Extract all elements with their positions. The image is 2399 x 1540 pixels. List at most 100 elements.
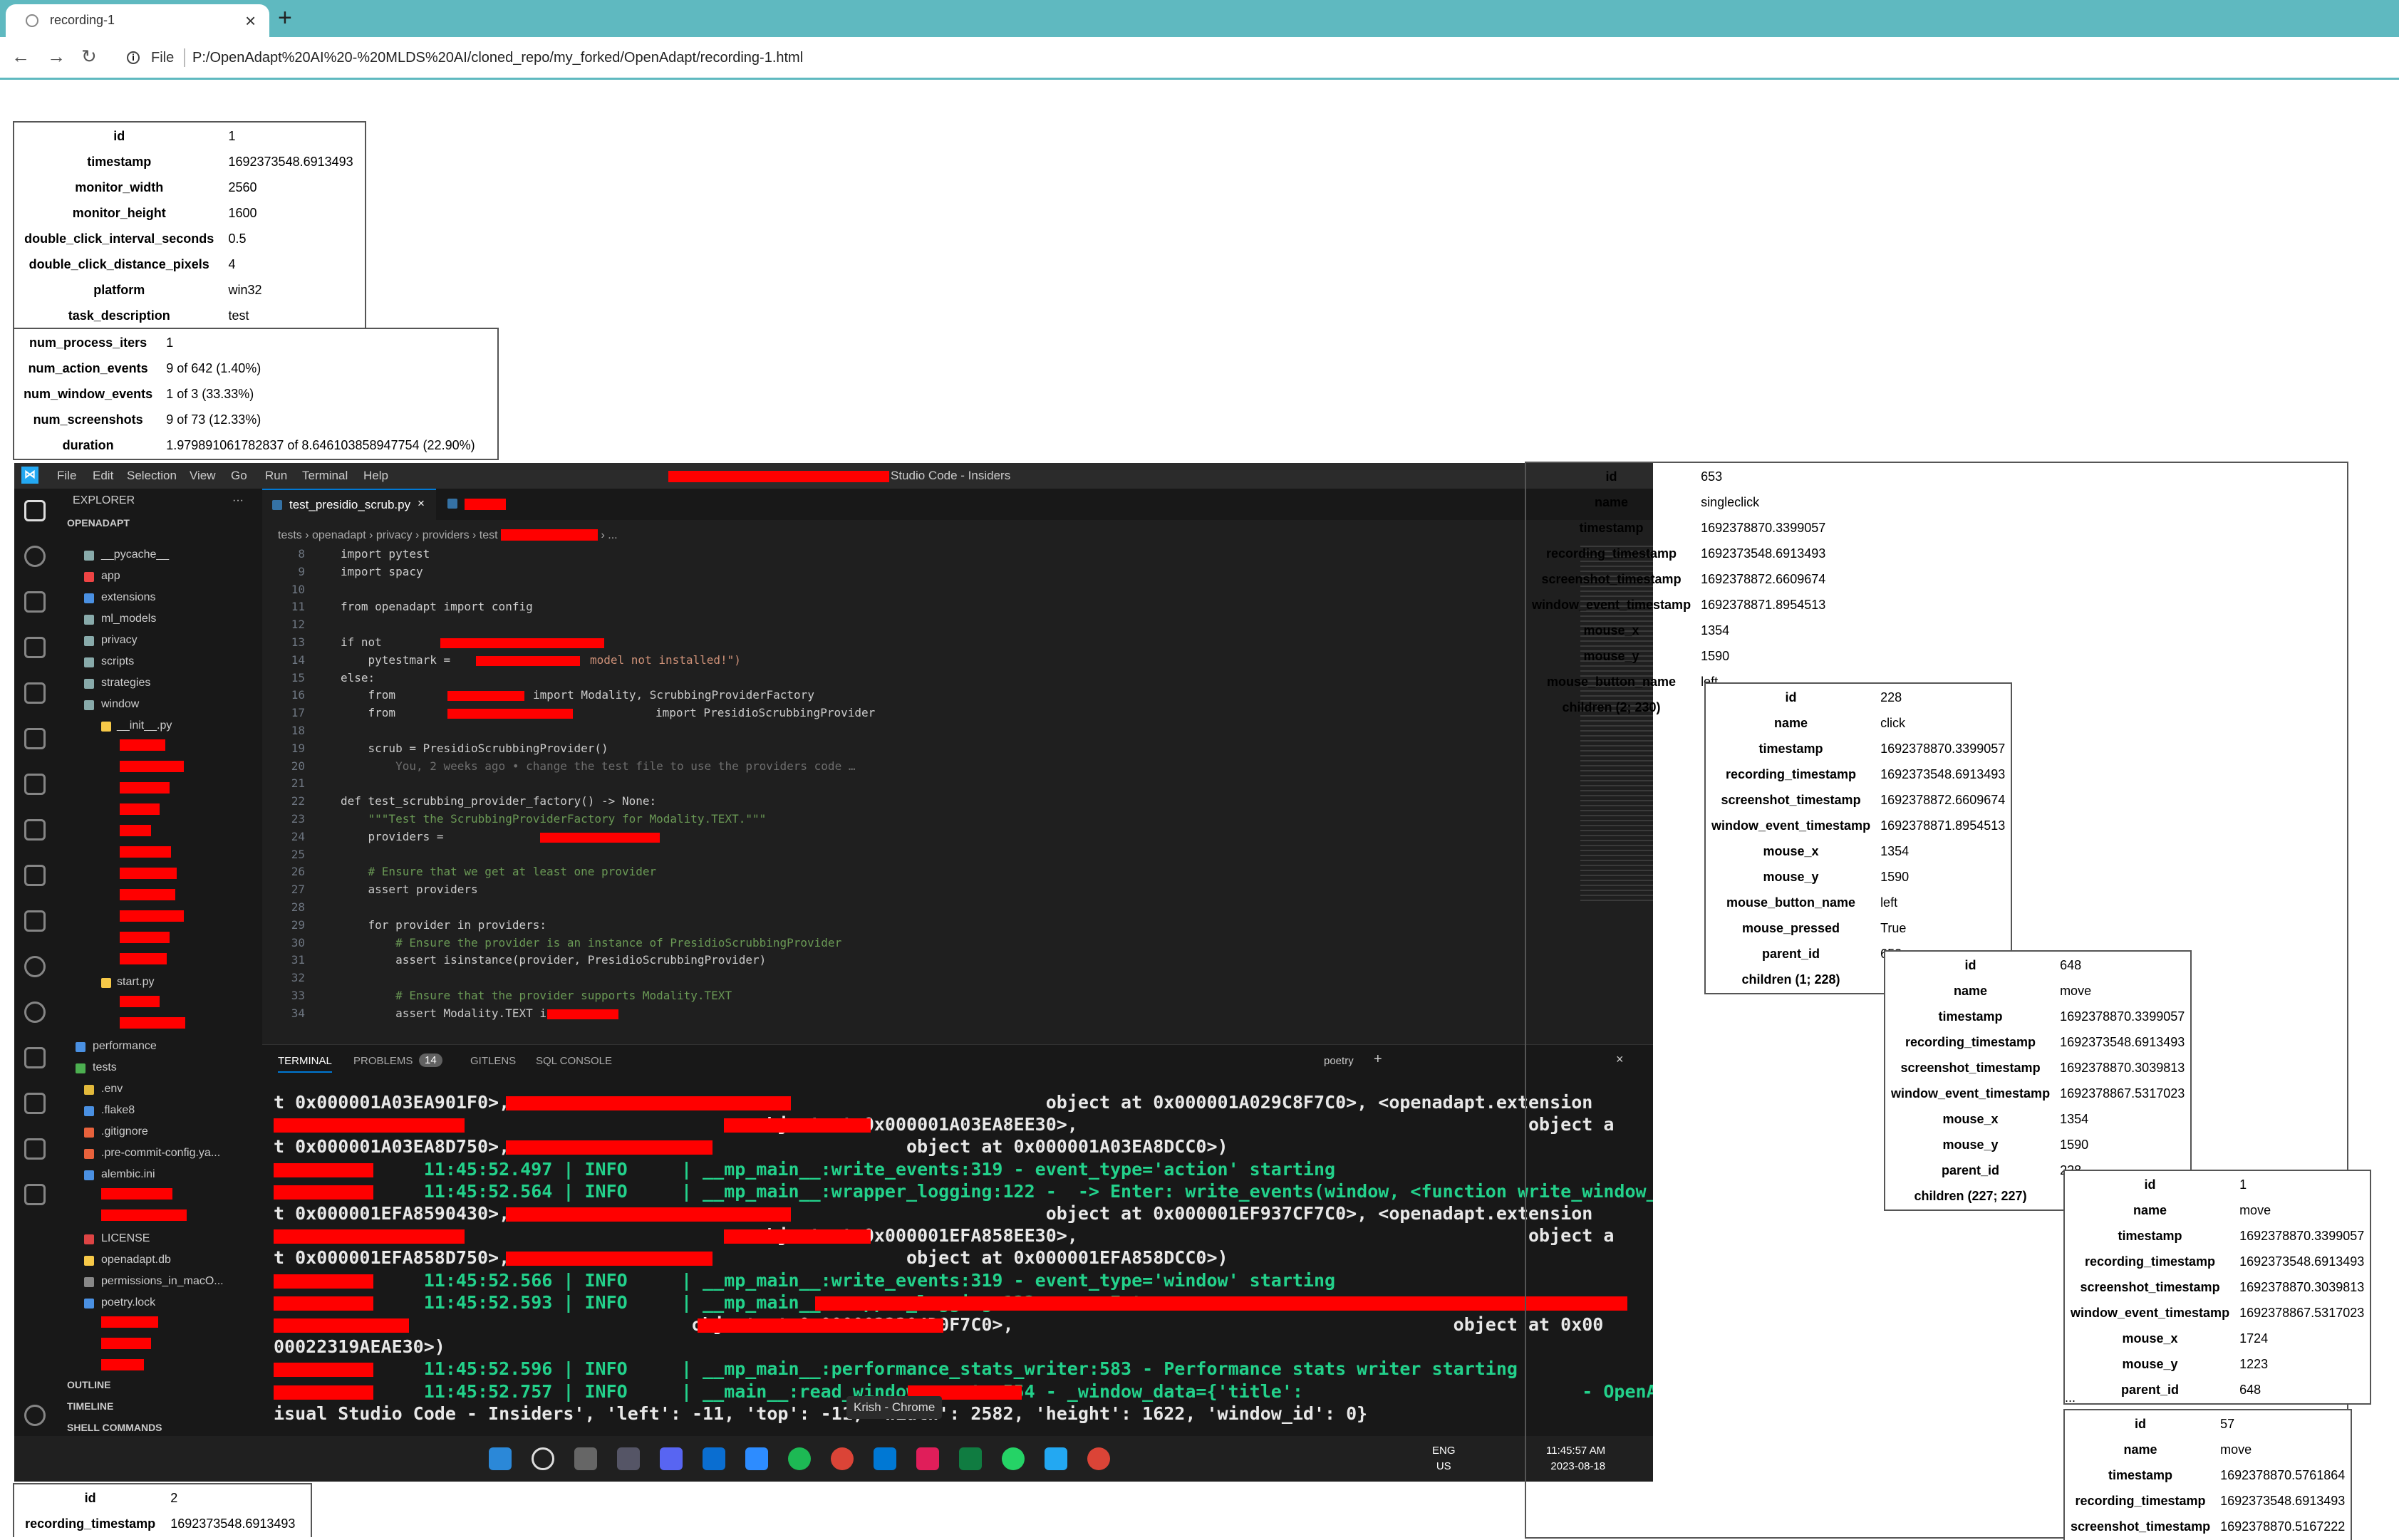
row-value: 1724 (2239, 1331, 2269, 1346)
folder-icon (76, 1063, 86, 1073)
github-icon[interactable] (24, 1001, 46, 1023)
row-value: 2 (170, 1490, 178, 1505)
url-text[interactable]: P:/OpenAdapt%20AI%20-%20MLDS%20AI/cloned… (192, 50, 803, 66)
zoom-icon[interactable] (745, 1447, 768, 1470)
remote-explorer-icon[interactable] (24, 728, 46, 749)
url-field[interactable]: i File P:/OpenAdapt%20AI%20-%20MLDS%20AI… (114, 43, 2380, 74)
timeline-icon[interactable] (24, 910, 46, 932)
row-value: 1.979891061782837 of 8.646103858947754 (… (166, 437, 475, 452)
tab-sql-console[interactable]: SQL CONSOLE (536, 1055, 612, 1067)
search-icon[interactable] (24, 546, 46, 567)
menu-help[interactable]: Help (363, 469, 388, 483)
table-row: recording_timestamp 1692373548.6913493 (2066, 1249, 2368, 1274)
redaction (274, 1229, 465, 1244)
database-icon[interactable] (24, 1184, 46, 1205)
discord-icon[interactable] (660, 1447, 683, 1470)
source-control-icon[interactable] (24, 591, 46, 613)
app-icon[interactable] (959, 1447, 982, 1470)
terminal-icon[interactable] (24, 1093, 46, 1114)
run-debug-icon[interactable] (24, 637, 46, 658)
back-arrow-icon[interactable]: ← (11, 46, 30, 68)
explorer-root[interactable]: OPENADAPT (67, 517, 130, 537)
table-row: monitor_height 1600 (16, 201, 363, 225)
explorer-more-icon[interactable]: ··· (232, 494, 244, 514)
redaction (120, 739, 165, 751)
row-key: mouse_x (1583, 623, 1639, 638)
timeline-section[interactable]: TIMELINE (67, 1400, 113, 1420)
table-row: num_action_events 9 of 642 (1.40%) (16, 356, 496, 380)
row-key: name (2133, 1202, 2167, 1217)
shell-selector[interactable]: poetry (1324, 1055, 1354, 1067)
copilot-icon[interactable] (24, 1047, 46, 1068)
menu-terminal[interactable]: Terminal (302, 469, 348, 483)
table-row: mouse_x 1354 (1887, 1107, 2189, 1131)
line-number: 26 (291, 865, 305, 879)
row-value: move (2239, 1202, 2271, 1217)
onedrive-icon[interactable] (703, 1447, 725, 1470)
row-key: id (84, 1490, 96, 1505)
chrome-icon[interactable] (1087, 1447, 1110, 1470)
terminal-line: 11:45:52.497 | INFO | __mp_main__:write_… (274, 1158, 1336, 1180)
vscode-taskbar-icon[interactable] (1045, 1447, 1067, 1470)
redaction (668, 471, 889, 482)
windows-start-icon[interactable] (489, 1447, 512, 1470)
language-indicator[interactable]: ENG US (1432, 1443, 1456, 1474)
breadcrumb[interactable]: tests › openadapt › privacy › providers … (278, 527, 618, 542)
menu-go[interactable]: Go (231, 469, 247, 483)
row-key: recording_timestamp (1905, 1034, 2036, 1049)
row-key: parent_id (2121, 1382, 2180, 1397)
branch-icon[interactable] (24, 1138, 46, 1160)
code-editor[interactable]: 8 import pytest 9 import spacy 10 11 from open… (262, 547, 1545, 1031)
python-file-icon (101, 978, 111, 988)
menu-file[interactable]: File (57, 469, 76, 483)
line-number: 29 (291, 917, 305, 932)
outlook-icon[interactable] (874, 1447, 896, 1470)
table-row: screenshot_timestamp 1692378870.5167222 (2066, 1514, 2349, 1539)
menu-view[interactable]: View (190, 469, 216, 483)
editor-tab[interactable] (437, 489, 516, 520)
line-number: 8 (298, 547, 305, 561)
edge-icon[interactable] (24, 956, 46, 977)
menu-selection[interactable]: Selection (127, 469, 177, 483)
account-icon[interactable] (24, 1405, 46, 1426)
terminal-line: 11:45:52.564 | INFO | __mp_main__:wrappe… (274, 1180, 1653, 1202)
gitlens-icon[interactable] (24, 819, 46, 841)
new-tab-button[interactable]: + (278, 4, 292, 32)
new-terminal-icon[interactable]: + (1374, 1051, 1382, 1068)
redaction (120, 1017, 185, 1029)
explorer-icon[interactable] (24, 500, 46, 521)
testing-icon[interactable] (24, 774, 46, 795)
close-tab-icon[interactable]: × (418, 496, 425, 511)
tab-terminal[interactable]: TERMINAL (278, 1055, 332, 1073)
settings-icon[interactable] (617, 1447, 640, 1470)
row-key: parent_id (1942, 1162, 2000, 1177)
slack-icon[interactable] (916, 1447, 939, 1470)
reload-icon[interactable]: ↻ (81, 46, 97, 68)
editor-tab-active[interactable]: test_presidio_scrub.py × (262, 489, 436, 521)
row-value: 1692378870.5761864 (2220, 1467, 2346, 1482)
menu-run[interactable]: Run (265, 469, 287, 483)
whatsapp-icon[interactable] (1002, 1447, 1025, 1470)
docker-icon[interactable] (24, 865, 46, 886)
menu-edit[interactable]: Edit (93, 469, 113, 483)
chrome-icon[interactable] (831, 1447, 854, 1470)
outline-section[interactable]: OUTLINE (67, 1379, 110, 1399)
info-icon[interactable]: i (127, 51, 140, 64)
editor-area: test_presidio_scrub.py × tests › openada… (262, 489, 1653, 1044)
task-view-icon[interactable] (574, 1447, 597, 1470)
code-line: if not (341, 635, 382, 649)
folder-icon (84, 657, 94, 667)
redaction (120, 825, 151, 836)
close-tab-icon[interactable]: × (245, 10, 256, 32)
row-value: 1692378870.3399057 (2060, 1009, 2185, 1024)
code-line: for provider in providers: (341, 917, 546, 932)
browser-tab[interactable]: recording-1 × (6, 4, 269, 37)
row-value: 1692373548.6913493 (1880, 766, 2006, 781)
folder-icon (84, 679, 94, 689)
spotify-icon[interactable] (788, 1447, 811, 1470)
tab-gitlens[interactable]: GITLENS (470, 1055, 516, 1067)
search-icon[interactable] (532, 1447, 554, 1470)
tab-problems[interactable]: PROBLEMS (353, 1055, 413, 1067)
extensions-icon[interactable] (24, 682, 46, 704)
forward-arrow-icon[interactable]: → (47, 46, 66, 68)
